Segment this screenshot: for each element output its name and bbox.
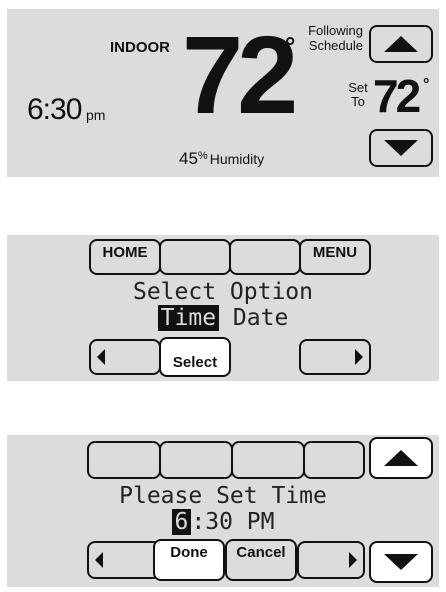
humidity-percent: % bbox=[197, 150, 208, 162]
set-time-panel: Please Set Time 6:30 PM Done Cancel bbox=[7, 435, 439, 587]
arrow-right-icon bbox=[349, 552, 357, 568]
select-option-prompt: Select Option bbox=[132, 279, 313, 305]
schedule-status-line1: Following bbox=[308, 23, 363, 38]
option-date: Date bbox=[232, 305, 289, 331]
schedule-status-line2: Schedule bbox=[308, 38, 363, 53]
select-button[interactable]: Select bbox=[159, 337, 231, 377]
left-arrow-button[interactable] bbox=[87, 541, 161, 579]
temp-down-button[interactable] bbox=[369, 129, 433, 167]
arrow-right-icon bbox=[355, 349, 363, 365]
indoor-label: INDOOR bbox=[110, 39, 170, 56]
home-button[interactable]: HOME bbox=[89, 239, 161, 275]
soft-key-4[interactable] bbox=[303, 441, 365, 479]
option-line: Time Date bbox=[7, 305, 439, 331]
menu-button-label: MENU bbox=[312, 244, 358, 261]
time-minutes-ampm: :30 PM bbox=[191, 509, 275, 535]
arrow-left-icon bbox=[97, 349, 105, 365]
home-screen-panel: INDOOR 72 ° 6:30 pm 45% Humidity Followin… bbox=[7, 9, 439, 177]
soft-key-3[interactable] bbox=[229, 239, 301, 275]
time-ampm: pm bbox=[86, 107, 106, 123]
menu-button[interactable]: MENU bbox=[299, 239, 371, 275]
cancel-button[interactable]: Cancel bbox=[225, 539, 297, 581]
arrow-down-icon bbox=[384, 554, 418, 570]
right-arrow-button[interactable] bbox=[299, 339, 371, 375]
time-up-button[interactable] bbox=[369, 437, 433, 479]
done-button-label: Done bbox=[170, 544, 208, 561]
soft-key-1[interactable] bbox=[87, 441, 161, 479]
right-arrow-button[interactable] bbox=[297, 541, 365, 579]
setpoint-degree-symbol: ° bbox=[423, 76, 430, 93]
select-option-panel: HOME MENU Select Option Time Date Select bbox=[7, 235, 439, 381]
temp-up-button[interactable] bbox=[369, 25, 433, 63]
time-value-line: 6:30 PM bbox=[7, 509, 439, 535]
set-time-prompt: Please Set Time bbox=[119, 483, 327, 509]
set-to-label: Set To bbox=[347, 81, 369, 109]
humidity-label: Humidity bbox=[209, 151, 265, 167]
done-button[interactable]: Done bbox=[153, 539, 225, 581]
option-time-selected: Time bbox=[157, 305, 220, 331]
current-time: 6:30 bbox=[27, 93, 82, 126]
indoor-temperature: 72 bbox=[182, 14, 298, 137]
soft-key-2[interactable] bbox=[159, 239, 231, 275]
time-down-button[interactable] bbox=[369, 541, 433, 583]
hour-digit-selected: 6 bbox=[171, 509, 192, 535]
setpoint-temperature: 72 bbox=[373, 70, 421, 122]
indoor-degree-symbol: ° bbox=[285, 31, 296, 61]
soft-key-2[interactable] bbox=[159, 441, 233, 479]
humidity-readout: 45% Humidity bbox=[179, 149, 264, 169]
arrow-up-icon bbox=[384, 450, 418, 466]
arrow-down-icon bbox=[384, 140, 418, 156]
humidity-value: 45 bbox=[179, 149, 198, 168]
set-to-line1: Set bbox=[348, 80, 368, 95]
select-button-label: Select bbox=[172, 354, 218, 371]
set-to-line2: To bbox=[351, 94, 365, 109]
arrow-left-icon bbox=[95, 552, 103, 568]
soft-key-3[interactable] bbox=[231, 441, 305, 479]
schedule-status: Following Schedule bbox=[305, 23, 363, 53]
cancel-button-label: Cancel bbox=[236, 544, 286, 561]
arrow-up-icon bbox=[384, 36, 418, 52]
left-arrow-button[interactable] bbox=[89, 339, 161, 375]
home-button-label: HOME bbox=[102, 244, 148, 261]
